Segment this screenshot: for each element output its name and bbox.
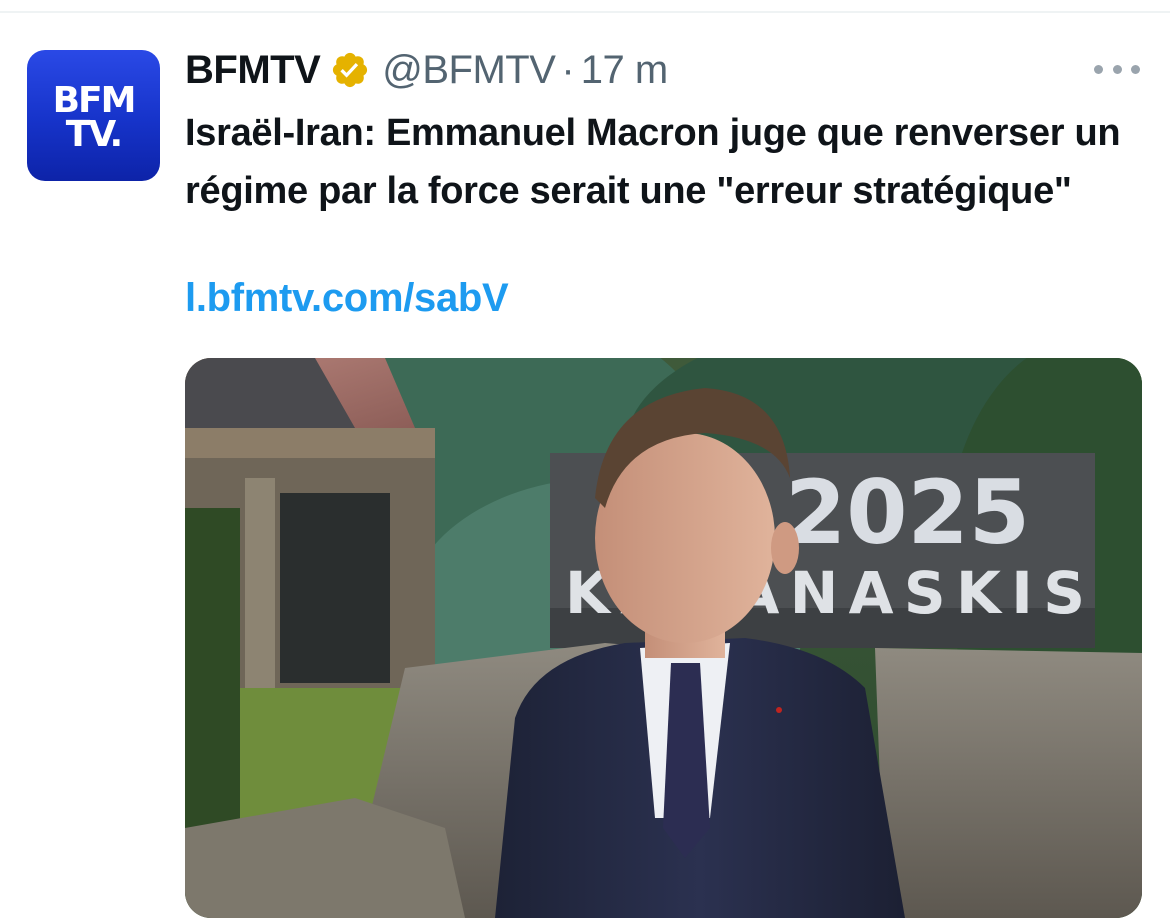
gold-verified-badge-icon [330, 50, 370, 90]
avatar-logo-line2: TV. [65, 113, 123, 155]
tweet-media-image[interactable]: 2025 KANANASKIS [185, 358, 1142, 918]
media-illustration: 2025 KANANASKIS [185, 358, 1142, 918]
avatar-logo: BFM TV. [27, 79, 160, 155]
avatar[interactable]: BFM TV. [27, 50, 160, 181]
tweet-header: BFMTV @BFMTV · 17 m [185, 44, 668, 96]
more-options-icon[interactable] [1094, 56, 1140, 82]
tweet-link[interactable]: l.bfmtv.com/sabV [185, 276, 509, 321]
top-divider [0, 11, 1170, 13]
display-name[interactable]: BFMTV [185, 48, 321, 93]
timestamp[interactable]: 17 m [581, 48, 668, 93]
separator-dot: · [561, 47, 575, 92]
tweet-text: Israël-Iran: Emmanuel Macron juge que re… [185, 112, 1121, 212]
avatar-logo-line1: BFM [52, 79, 137, 121]
sign-year: 2025 [785, 461, 1030, 564]
handle[interactable]: @BFMTV [382, 48, 556, 93]
